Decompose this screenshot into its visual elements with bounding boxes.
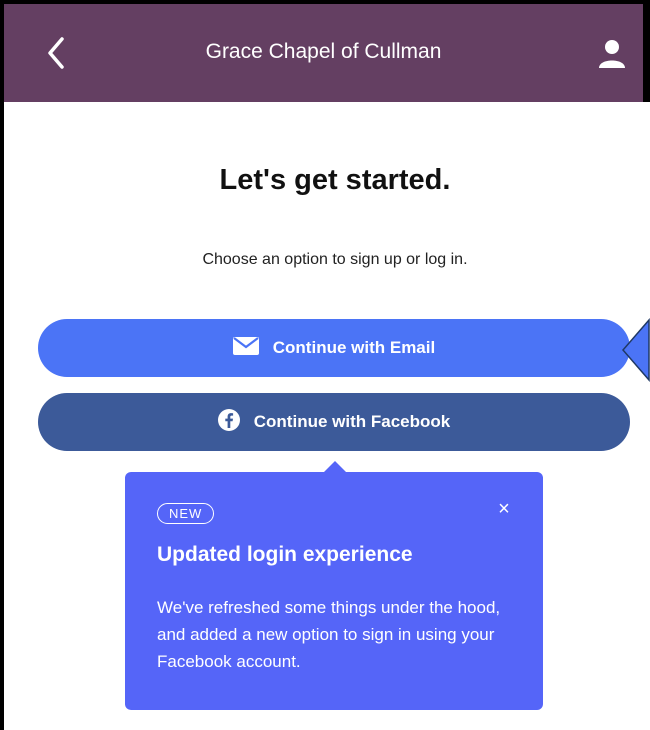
popup-body: We've refreshed some things under the ho…: [157, 598, 501, 671]
user-icon[interactable]: [596, 38, 628, 70]
facebook-button-label: Continue with Facebook: [253, 412, 451, 431]
facebook-icon: [217, 408, 240, 436]
frame-border-right: [643, 0, 650, 102]
login-update-popup: NEW × Updated login experience We've ref…: [125, 472, 543, 710]
annotation-pointer-icon: [622, 318, 650, 382]
subtext: Choose an option to sign up or log in.: [202, 251, 468, 268]
envelope-icon: [232, 336, 259, 360]
continue-with-email-button[interactable]: Continue with Email: [38, 319, 630, 377]
close-icon[interactable]: ×: [495, 499, 513, 519]
frame-border-left: [0, 0, 4, 730]
popup-title: Updated login experience: [157, 543, 413, 566]
email-button-label: Continue with Email: [272, 338, 436, 357]
continue-with-facebook-button[interactable]: Continue with Facebook: [38, 393, 630, 451]
heading: Let's get started.: [219, 164, 451, 196]
new-badge: NEW: [157, 503, 215, 524]
page-title: Grace Chapel of Cullman: [205, 40, 442, 63]
app-header: Grace Chapel of Cullman: [4, 4, 643, 102]
